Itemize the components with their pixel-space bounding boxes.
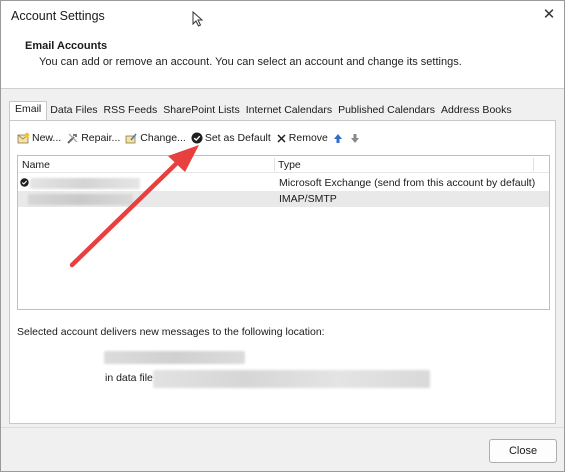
new-icon [17,132,30,143]
tab-sharepoint-lists[interactable]: SharePoint Lists [160,103,242,121]
delivery-location-text: Selected account delivers new messages t… [17,326,325,338]
header-area: Email Accounts You can add or remove an … [1,31,564,89]
account-type: Microsoft Exchange (send from this accou… [279,177,536,189]
repair-button[interactable]: Repair... [66,132,120,145]
arrow-up-icon [333,133,342,143]
account-list: Name Type Microsoft Exchange (send from … [17,155,550,310]
account-row-selected[interactable]: IMAP/SMTP [18,191,549,207]
section-description: You can add or remove an account. You ca… [39,56,462,68]
change-label: Change... [140,132,186,144]
close-button[interactable]: Close [489,439,557,463]
tab-address-books[interactable]: Address Books [438,103,515,121]
remove-x-icon [277,133,286,143]
remove-label: Remove [288,132,328,144]
tab-data-files[interactable]: Data Files [47,103,100,121]
window-title: Account Settings [11,9,105,23]
column-type-header[interactable]: Type [278,159,301,171]
section-title: Email Accounts [25,40,108,52]
close-icon[interactable]: ✕ [540,6,558,24]
set-as-default-button[interactable]: Set as Default [191,132,271,144]
set-as-default-label: Set as Default [204,132,271,144]
new-button[interactable]: New... [17,132,61,145]
redacted-delivery-location [104,351,245,364]
arrow-down-icon [350,133,359,143]
repair-icon [67,133,78,144]
redacted-data-file-path [153,370,430,388]
tab-internet-calendars[interactable]: Internet Calendars [243,103,335,121]
change-button[interactable]: Change... [125,132,186,145]
move-up-button[interactable] [333,133,345,144]
tab-email[interactable]: Email [9,101,48,121]
repair-label: Repair... [81,132,121,144]
footer-divider [1,427,564,428]
title-bar: Account Settings ✕ [1,1,564,31]
redacted-account-name [30,178,140,189]
account-toolbar: New... Repair... Change... Set as Defaul… [17,129,367,147]
account-type: IMAP/SMTP [279,193,337,205]
default-account-check-icon [20,178,29,187]
list-column-header: Name Type [18,156,549,173]
account-row[interactable]: Microsoft Exchange (send from this accou… [18,175,549,191]
tab-published-calendars[interactable]: Published Calendars [335,103,438,121]
checkmark-circle-icon [191,132,203,144]
column-name-header[interactable]: Name [22,159,50,171]
move-down-button[interactable] [350,133,362,144]
tab-rss-feeds[interactable]: RSS Feeds [101,103,161,121]
data-file-label: in data file [105,372,153,384]
mouse-cursor-icon [192,11,204,27]
account-settings-window: Account Settings ✕ Email Accounts You ca… [0,0,565,472]
new-label: New... [32,132,62,144]
tab-strip: Email Data Files RSS Feeds SharePoint Li… [9,101,515,121]
remove-button[interactable]: Remove [276,132,328,144]
change-icon [125,133,137,143]
column-separator[interactable] [533,158,534,171]
redacted-account-name [28,194,133,205]
column-separator[interactable] [274,158,275,171]
